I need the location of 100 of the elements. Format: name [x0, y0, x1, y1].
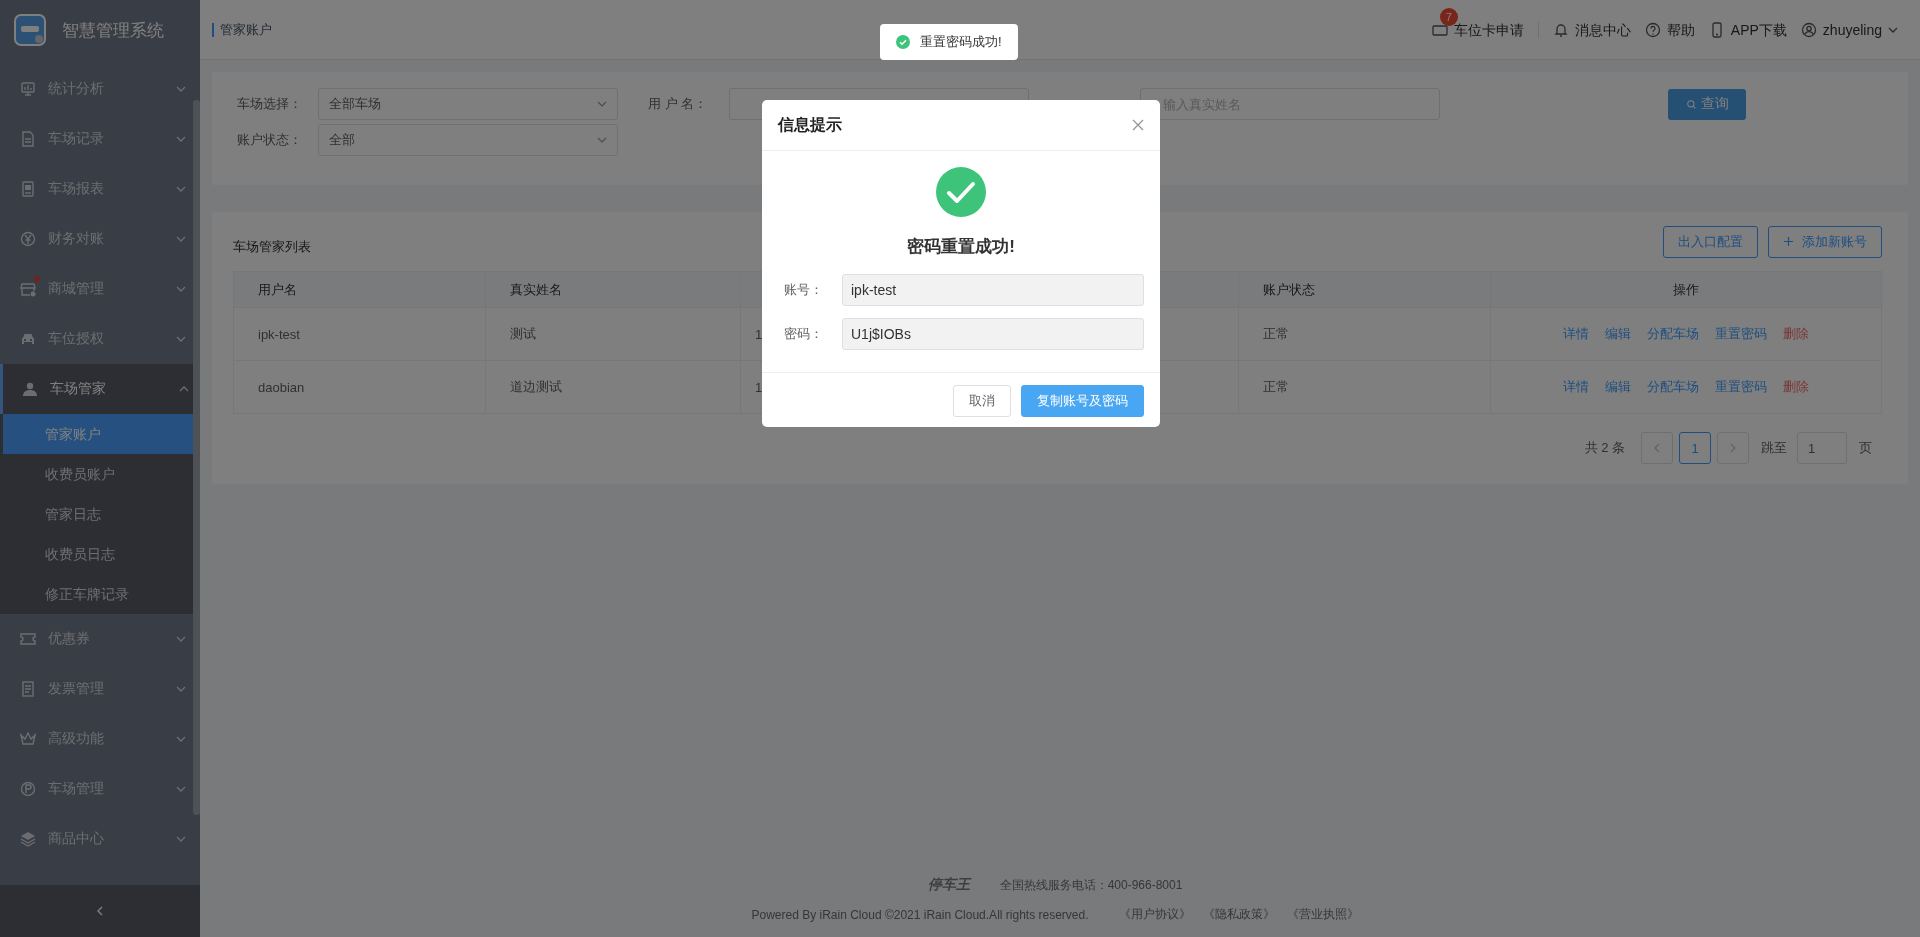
count-badge: 7	[1439, 7, 1458, 26]
breadcrumb[interactable]: 管家账户	[212, 22, 272, 37]
page-button[interactable]: 1	[1679, 432, 1711, 464]
success-check-icon	[936, 167, 986, 217]
footer-link[interactable]: 《用户协议》	[1118, 906, 1191, 923]
toolbar-button[interactable]: 添加新账号	[1768, 225, 1882, 258]
chevron-down-icon	[176, 636, 186, 642]
field-label: 账号：	[783, 281, 824, 299]
row-action-link[interactable]: 删除	[1783, 325, 1809, 343]
row-action-link[interactable]: 详情	[1563, 378, 1589, 396]
chevron-down-icon	[176, 836, 186, 842]
footer-logo: 停车王	[927, 876, 970, 894]
next-page-button[interactable]	[1717, 432, 1749, 464]
table-cell: 道边测试	[486, 361, 741, 413]
app-logo-icon	[14, 14, 46, 46]
field-label: 用 户 名：	[648, 95, 709, 113]
row-action-link[interactable]: 重置密码	[1715, 325, 1767, 343]
caret-icon	[597, 101, 607, 107]
hotline-text: 全国热线服务电话：400-966-8001	[999, 876, 1183, 894]
table-cell: 正常	[1239, 361, 1491, 413]
chevron-right-icon	[1730, 443, 1736, 453]
copyright-text: Powered By iRain Cloud ©2021 iRain Cloud.All rights reserved.	[751, 907, 1089, 922]
bell-icon	[1552, 21, 1569, 38]
chevron-down-icon	[176, 236, 186, 242]
dialog-button[interactable]: 取消	[953, 385, 1011, 417]
toolbar-button[interactable]: 出入口配置	[1663, 225, 1758, 258]
field-label: 车场选择：	[237, 95, 303, 113]
table-cell: daobian	[234, 361, 486, 413]
column-header: 账户状态	[1239, 272, 1491, 307]
ticket-icon	[20, 631, 36, 647]
chevron-down-icon	[176, 136, 186, 142]
page-unit: 页	[1859, 439, 1872, 457]
invoice-icon	[20, 681, 36, 697]
header-link[interactable]: 消息中心	[1538, 21, 1631, 38]
submenu-item[interactable]: 管家账户	[3, 414, 193, 454]
column-header: 真实姓名	[486, 272, 741, 307]
chevron-down-icon	[176, 336, 186, 342]
shop-icon	[20, 281, 36, 297]
readonly-field[interactable]: U1j$IOBs	[842, 318, 1144, 350]
parking-icon	[20, 781, 36, 797]
caret-icon	[1888, 26, 1898, 33]
field-label: 密码：	[783, 325, 824, 343]
header-link[interactable]: 帮助	[1630, 21, 1695, 38]
row-action-link[interactable]: 详情	[1563, 325, 1589, 343]
chevron-down-icon	[176, 286, 186, 292]
person-icon	[22, 381, 38, 397]
layers-icon	[20, 831, 36, 847]
row-action-link[interactable]: 分配车场	[1647, 325, 1699, 343]
status-select[interactable]: 全部	[318, 124, 618, 156]
prev-page-button[interactable]	[1641, 432, 1673, 464]
readonly-field[interactable]: ipk-test	[842, 274, 1144, 306]
user-icon	[1800, 21, 1817, 38]
dialog-button[interactable]: 复制账号及密码	[1021, 385, 1144, 417]
dialog-title: 信息提示	[778, 114, 842, 135]
total-count: 共 2 条	[1584, 439, 1625, 457]
page-jump-field[interactable]: 1	[1797, 432, 1847, 464]
row-action-link[interactable]: 分配车场	[1647, 378, 1699, 396]
collapse-button[interactable]	[0, 885, 200, 937]
search-button[interactable]: 查询	[1668, 88, 1746, 120]
jump-label: 跳至	[1761, 439, 1787, 457]
chevron-down-icon	[176, 86, 186, 92]
table-title: 车场管家列表	[233, 237, 311, 256]
row-action-link[interactable]: 编辑	[1605, 325, 1631, 343]
document-icon	[20, 131, 36, 147]
report-icon	[20, 181, 36, 197]
success-icon	[896, 35, 910, 49]
user-menu[interactable]: zhuyeling	[1786, 21, 1898, 38]
chevron-down-icon	[176, 186, 186, 192]
scrollbar-thumb[interactable]	[193, 100, 200, 815]
header-link[interactable]: APP下载	[1694, 21, 1787, 38]
chevron-left-icon	[1654, 443, 1660, 453]
toast-message: 重置密码成功!	[880, 24, 1018, 60]
app-title: 智慧管理系统	[62, 19, 164, 42]
chevron-down-icon	[176, 786, 186, 792]
chevron-down-icon	[176, 736, 186, 742]
chevron-down-icon	[176, 686, 186, 692]
plus-icon	[1783, 236, 1794, 247]
column-header: 操作	[1672, 280, 1700, 299]
field-label: 账户状态：	[237, 131, 303, 149]
search-icon	[1685, 98, 1697, 110]
table-cell: 正常	[1239, 308, 1491, 360]
table-cell: ipk-test	[234, 308, 486, 360]
footer-link[interactable]: 《隐私政策》	[1202, 906, 1275, 923]
monitor-icon	[20, 81, 36, 97]
dialog-message: 密码重置成功!	[907, 236, 1015, 258]
chevron-up-icon	[179, 386, 189, 392]
footer-link[interactable]: 《营业执照》	[1286, 906, 1359, 923]
help-icon	[1644, 21, 1661, 38]
row-action-link[interactable]: 编辑	[1605, 378, 1631, 396]
close-icon[interactable]	[1132, 119, 1144, 131]
crown-icon	[20, 731, 36, 747]
column-header: 用户名	[234, 272, 486, 307]
park-select[interactable]: 全部车场	[318, 88, 618, 120]
row-action-link[interactable]: 删除	[1783, 378, 1809, 396]
yen-icon	[20, 231, 36, 247]
row-action-link[interactable]: 重置密码	[1715, 378, 1767, 396]
table-cell: 测试	[486, 308, 741, 360]
chevron-left-icon	[97, 906, 103, 916]
caret-icon	[597, 137, 607, 143]
car-icon	[20, 331, 36, 347]
